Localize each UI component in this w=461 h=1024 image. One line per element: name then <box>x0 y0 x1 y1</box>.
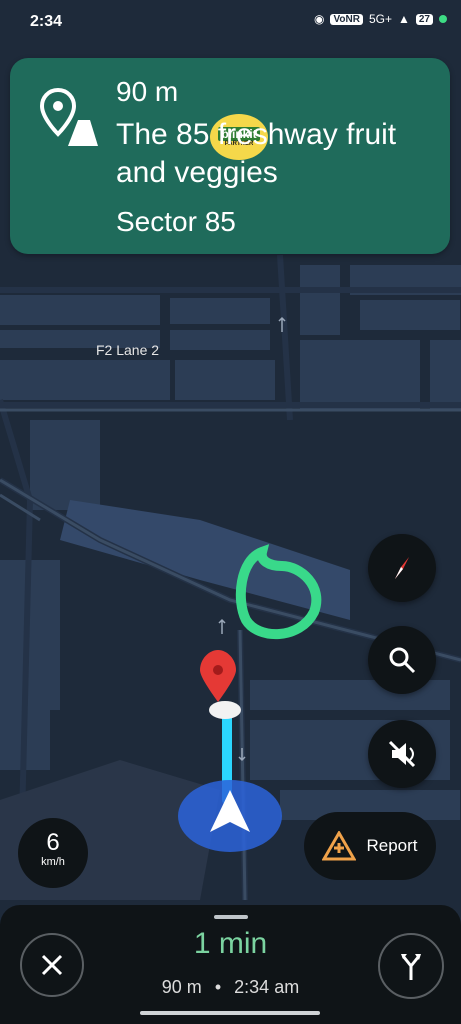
speed-value: 6 <box>46 829 60 856</box>
destination-area: Sector 85 <box>116 206 236 237</box>
signal-icon: ▲ <box>397 12 410 26</box>
speed-unit: km/h <box>41 856 65 868</box>
volte-badge: VoNR <box>330 13 363 25</box>
arrival-time: 2:34 am <box>234 977 300 997</box>
trip-summary-sheet[interactable]: 1 min 90 m • 2:34 am <box>0 905 461 1024</box>
mute-button[interactable] <box>368 720 436 788</box>
status-icons: ◉ VoNR 5G+ ▲ 27 <box>314 12 447 26</box>
trip-distance: 90 m <box>161 977 202 997</box>
destination-arrival-icon <box>39 87 98 146</box>
network-label: 5G+ <box>368 12 392 26</box>
navigation-instruction-card[interactable]: 90 m blinkit PARTNER The 85 freshway fru… <box>10 58 450 254</box>
route-options-button[interactable] <box>378 933 444 999</box>
speedometer: 6 km/h <box>18 818 88 888</box>
destination-name: The 85 freshway fruit and veggies <box>116 118 397 189</box>
gesture-bar[interactable] <box>140 1011 320 1015</box>
compass-button[interactable] <box>368 534 436 602</box>
report-icon <box>322 831 357 861</box>
maneuver-distance: 90 m <box>116 76 179 107</box>
navigation-arrow-icon <box>178 780 282 852</box>
compass-icon <box>395 557 409 579</box>
status-bar: 2:34 ◉ VoNR 5G+ ▲ 27 <box>0 0 461 44</box>
sheet-handle[interactable] <box>214 915 248 919</box>
report-label: Report <box>366 836 418 855</box>
privacy-dot-icon <box>439 15 447 23</box>
battery-level: 27 <box>415 13 433 25</box>
route-options-icon <box>401 954 421 980</box>
mute-icon <box>388 740 416 768</box>
location-icon: ◉ <box>314 12 325 26</box>
street-label: F2 Lane 2 <box>96 342 160 358</box>
status-time: 2:34 <box>30 13 63 30</box>
report-button[interactable]: Report <box>304 812 436 880</box>
search-button[interactable] <box>368 626 436 694</box>
search-icon <box>389 647 416 674</box>
